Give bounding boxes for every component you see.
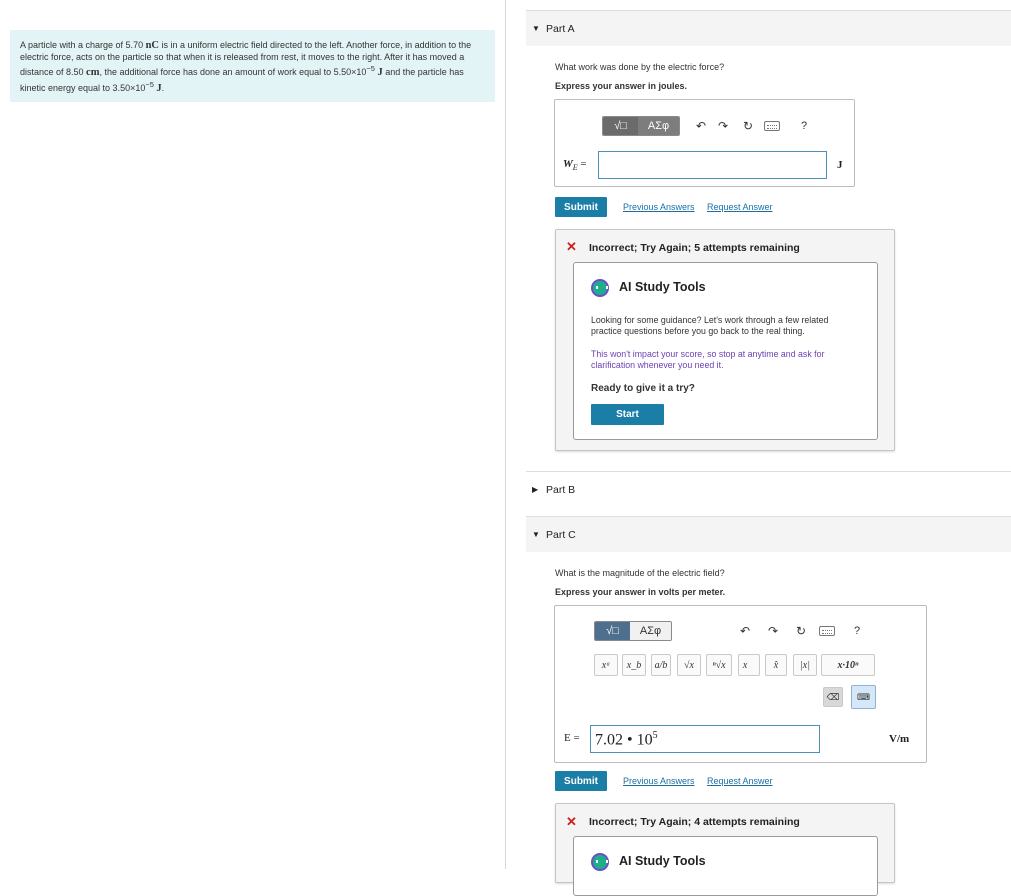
ai-study-tools-title: AI Study Tools [619, 280, 706, 294]
part-b-header[interactable]: ▶ Part B [526, 471, 1011, 507]
exponent: −5 [145, 79, 154, 89]
exponent: −5 [366, 64, 375, 74]
caret-down-icon: ▼ [532, 530, 540, 539]
keyboard-icon[interactable] [819, 626, 835, 636]
templates-button[interactable]: √□ [603, 117, 639, 135]
part-a-header[interactable]: ▼ Part A [526, 10, 1011, 46]
part-a-answer-input[interactable] [598, 151, 827, 179]
absolute-value-button[interactable]: |x| [793, 654, 817, 676]
part-c-submit-button[interactable]: Submit [555, 771, 607, 791]
redo-icon[interactable]: ↷ [768, 624, 778, 638]
vector-button[interactable]: x⃗ [738, 654, 760, 676]
incorrect-x-icon: ✕ [566, 814, 577, 829]
subscript-button[interactable]: x_b [622, 654, 646, 676]
undo-icon[interactable]: ↶ [696, 119, 706, 133]
column-divider [505, 0, 506, 869]
templates-button[interactable]: √□ [595, 622, 631, 640]
equals-sign: = [577, 158, 587, 170]
square-root-button[interactable]: √x [677, 654, 701, 676]
fraction-button[interactable]: a/b [651, 654, 671, 676]
part-a-title: Part A [546, 22, 575, 35]
ai-study-tools-card: AI Study Tools Looking for some guidance… [573, 262, 878, 440]
problem-statement: A particle with a charge of 5.70 nC is i… [10, 30, 495, 102]
keyboard-toggle-icon[interactable]: ⌨ [851, 685, 876, 709]
caret-right-icon: ▶ [532, 485, 539, 494]
part-c-answer-box: √□ ΑΣφ ↶ ↷ ↻ ? xᵃ x_b a/b √x ⁿ√x x⃗ x̂ |… [554, 605, 927, 763]
part-c-header[interactable]: ▼ Part C [526, 516, 1011, 552]
distance-unit: cm [86, 67, 100, 79]
help-icon[interactable]: ? [801, 119, 807, 133]
ai-guidance-text: Looking for some guidance? Let's work th… [591, 315, 829, 336]
problem-text: A particle with a charge of 5.70 [20, 40, 146, 50]
incorrect-x-icon: ✕ [566, 239, 577, 254]
ai-logo-icon [591, 279, 609, 297]
greek-symbols-button[interactable]: ΑΣφ [638, 117, 679, 135]
nth-root-button[interactable]: ⁿ√x [706, 654, 732, 676]
problem-text: , the additional force has done an amoun… [99, 67, 367, 78]
part-a-feedback-box: ✕ Incorrect; Try Again; 5 attempts remai… [555, 229, 895, 451]
reset-icon[interactable]: ↻ [743, 119, 753, 133]
charge-unit: nC [145, 40, 160, 51]
part-c-feedback-box: ✕ Incorrect; Try Again; 4 attempts remai… [555, 803, 895, 896]
part-c-title: Part C [546, 528, 576, 541]
part-a-question: What work was done by the electric force… [555, 62, 725, 72]
answer-mantissa: 7.02 • 10 [595, 731, 653, 749]
ai-score-note: This won't impact your score, so stop at… [591, 349, 825, 370]
scientific-notation-button[interactable]: x·10ⁿ [821, 654, 875, 676]
part-c-answer-input[interactable]: 7.02 • 105 [590, 725, 820, 753]
part-a-instruction: Express your answer in joules. [555, 81, 688, 91]
ai-start-button[interactable]: Start [591, 404, 664, 425]
answer-exponent: 5 [652, 730, 658, 741]
part-c-unit: V/m [889, 733, 910, 745]
part-a-unit: J [837, 159, 843, 171]
problem-text: . [161, 82, 165, 93]
ai-study-tools-card: AI Study Tools [573, 836, 878, 896]
ai-logo-icon [591, 853, 609, 871]
part-c-instruction: Express your answer in volts per meter. [555, 587, 726, 597]
keyboard-icon[interactable] [764, 121, 780, 131]
redo-icon[interactable]: ↷ [718, 119, 728, 133]
part-a-request-answer-link[interactable]: Request Answer [707, 202, 773, 212]
unit-vector-button[interactable]: x̂ [765, 654, 787, 676]
ai-ready-prompt: Ready to give it a try? [591, 383, 695, 394]
undo-icon[interactable]: ↶ [740, 624, 750, 638]
delete-icon[interactable]: ⌫ [823, 687, 843, 707]
greek-symbols-button[interactable]: ΑΣφ [630, 622, 671, 640]
variable-w: W [563, 158, 573, 170]
part-a-feedback-text: Incorrect; Try Again; 5 attempts remaini… [589, 242, 800, 254]
superscript-button[interactable]: xᵃ [594, 654, 618, 676]
reset-icon[interactable]: ↻ [796, 624, 806, 638]
caret-down-icon: ▼ [532, 24, 540, 33]
part-b-title: Part B [546, 483, 576, 496]
part-c-question: What is the magnitude of the electric fi… [555, 568, 725, 578]
answer-label: WE = [563, 158, 587, 172]
part-c-feedback-text: Incorrect; Try Again; 4 attempts remaini… [589, 816, 800, 828]
part-a-submit-button[interactable]: Submit [555, 197, 607, 217]
part-a-previous-answers-link[interactable]: Previous Answers [623, 202, 695, 212]
answer-label: E = [564, 732, 580, 744]
help-icon[interactable]: ? [854, 624, 860, 638]
part-a-toolbar-group: √□ ΑΣφ [602, 116, 680, 136]
part-c-toolbar-group: √□ ΑΣφ [594, 621, 672, 641]
part-c-previous-answers-link[interactable]: Previous Answers [623, 776, 695, 786]
part-c-request-answer-link[interactable]: Request Answer [707, 776, 773, 786]
ai-study-tools-title: AI Study Tools [619, 854, 706, 868]
part-a-answer-box: √□ ΑΣφ ↶ ↷ ↻ ? WE = J [554, 99, 855, 187]
